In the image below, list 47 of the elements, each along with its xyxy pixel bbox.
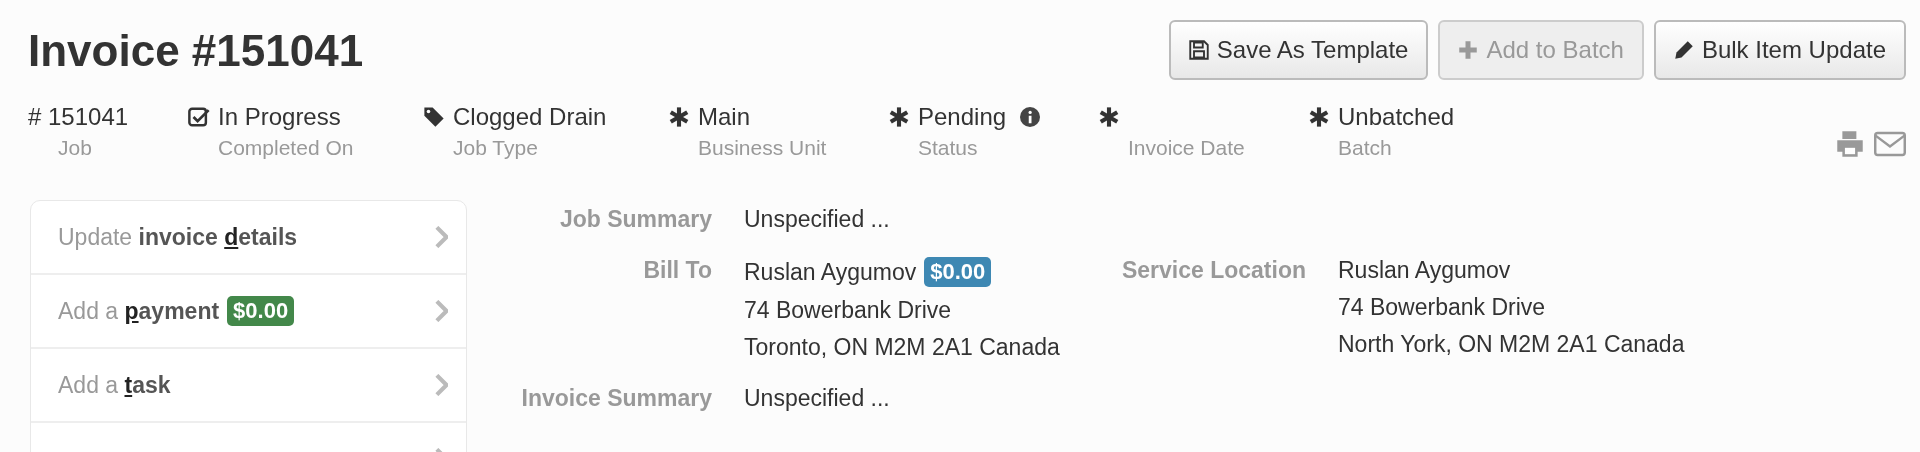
- field-label: Service Location: [1120, 257, 1306, 284]
- meta-value: In Progress: [218, 103, 341, 131]
- meta-value: Main: [698, 103, 751, 131]
- customer-name: Ruslan Aygumov: [744, 258, 917, 286]
- field-label: Invoice Summary: [520, 385, 712, 412]
- meta-label: Business Unit: [698, 136, 828, 160]
- field-value: Unspecified ...: [744, 206, 891, 233]
- address-line: 74 Bowerbank Drive: [744, 297, 953, 324]
- tag-icon: [423, 106, 445, 128]
- asterisk-icon: [1098, 106, 1120, 128]
- meta-label: Job Type: [453, 136, 539, 160]
- meta-label: Invoice Date: [1128, 136, 1246, 160]
- meta-label: Completed On: [218, 136, 355, 160]
- field-label: Bill To: [642, 257, 712, 284]
- save-template-button[interactable]: Save As Template: [1168, 20, 1429, 80]
- page-title: Invoice #151041: [28, 26, 364, 76]
- chevron-icon: [434, 300, 448, 322]
- meta-value: Unbatched: [1338, 103, 1455, 131]
- mail-icon[interactable]: [1874, 130, 1906, 158]
- asterisk-icon: [888, 106, 910, 128]
- meta-label: Job: [58, 136, 93, 160]
- print-icon[interactable]: [1834, 130, 1866, 158]
- asterisk-icon: [1308, 106, 1330, 128]
- meta-label: Batch: [1338, 136, 1393, 160]
- payment-amount: $0.00: [227, 296, 295, 326]
- meta-value: # 151041: [28, 103, 129, 131]
- chevron-icon: [434, 226, 448, 248]
- action-item[interactable]: Add a task: [31, 349, 466, 423]
- address-line: North York, ON M2M 2A1 Canada: [1338, 331, 1685, 358]
- checkbox-icon: [188, 106, 210, 128]
- action-item[interactable]: Update invoice details: [31, 201, 466, 275]
- customer-name: Ruslan Aygumov: [1338, 257, 1512, 284]
- field-value: Unspecified ...: [744, 385, 891, 412]
- action-item[interactable]: Add a payment $0.00: [31, 275, 466, 349]
- pencil-icon: [1673, 40, 1694, 60]
- meta-value: Pending: [918, 103, 1007, 131]
- bulk-update-button[interactable]: Bulk Item Update: [1653, 20, 1906, 80]
- chevron-icon: [434, 374, 448, 396]
- info-icon[interactable]: [1020, 107, 1041, 127]
- address-line: Toronto, ON M2M 2A1 Canada: [744, 334, 1061, 361]
- address-line: 74 Bowerbank Drive: [1338, 294, 1547, 321]
- balance-amount: $0.00: [924, 257, 992, 287]
- meta-value: Clogged Drain: [453, 103, 607, 131]
- meta-label: Status: [918, 136, 979, 160]
- plus-icon: [1458, 40, 1479, 60]
- field-label: Job Summary: [558, 206, 712, 233]
- asterisk-icon: [668, 106, 690, 128]
